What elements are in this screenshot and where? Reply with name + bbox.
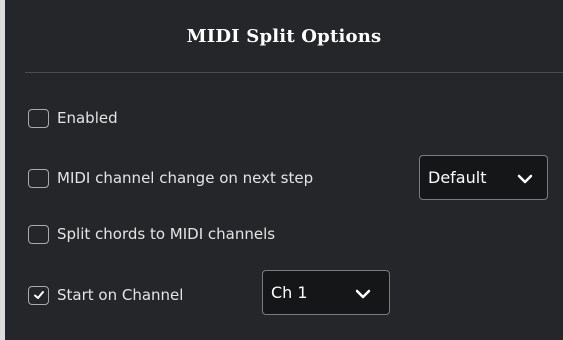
channel-change-dropdown[interactable]: Default <box>419 155 548 200</box>
channel-change-checkbox[interactable] <box>28 168 49 188</box>
midi-split-options-panel: MIDI Split Options Enabled MIDI channel … <box>5 0 563 340</box>
chevron-down-icon <box>517 174 533 184</box>
enabled-option[interactable]: Enabled <box>28 107 118 129</box>
start-channel-option[interactable]: Start on Channel <box>28 284 183 306</box>
split-chords-option[interactable]: Split chords to MIDI channels <box>28 223 275 245</box>
start-channel-label: Start on Channel <box>57 286 184 304</box>
chevron-down-icon <box>355 289 371 299</box>
enabled-label: Enabled <box>57 109 118 127</box>
start-channel-dropdown-value: Ch 1 <box>271 283 308 302</box>
divider <box>25 72 563 73</box>
start-channel-dropdown[interactable]: Ch 1 <box>262 270 390 315</box>
split-chords-label: Split chords to MIDI channels <box>57 225 276 243</box>
channel-change-label: MIDI channel change on next step <box>57 169 314 187</box>
channel-change-dropdown-value: Default <box>428 168 487 187</box>
start-channel-checkbox[interactable] <box>28 285 49 305</box>
enabled-checkbox[interactable] <box>28 108 49 128</box>
check-icon <box>33 291 44 299</box>
channel-change-option[interactable]: MIDI channel change on next step <box>28 167 313 189</box>
dialog-title: MIDI Split Options <box>186 26 382 47</box>
split-chords-checkbox[interactable] <box>28 224 49 244</box>
